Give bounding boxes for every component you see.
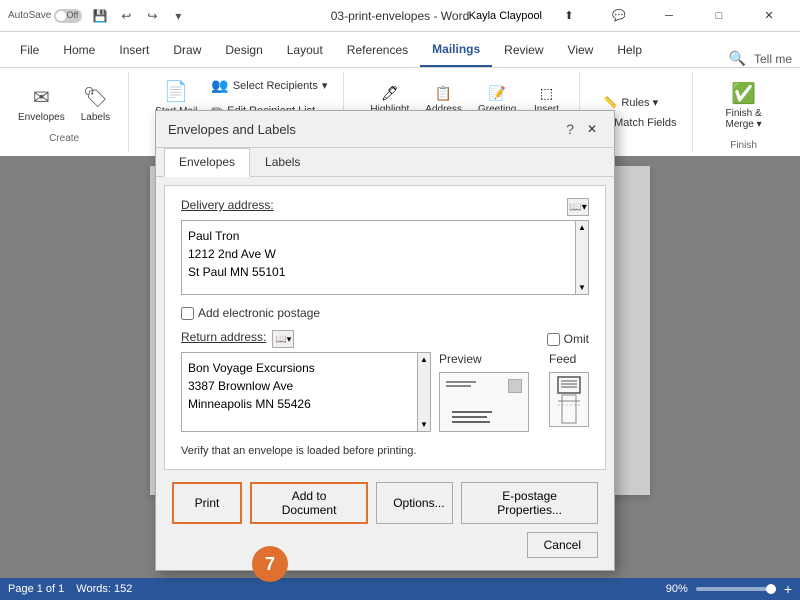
feed-label: Feed bbox=[549, 352, 589, 366]
preview-feed-inner: Preview bbox=[439, 352, 589, 432]
envelope-preview bbox=[439, 372, 529, 432]
to-line-1 bbox=[452, 411, 492, 413]
add-postage-checkbox[interactable] bbox=[181, 307, 194, 320]
dialog-help-button[interactable]: ? bbox=[566, 121, 574, 137]
statusbar-left: Page 1 of 1 Words: 152 bbox=[8, 583, 132, 595]
page-info: Page 1 of 1 bbox=[8, 583, 64, 595]
return-label: Return address: bbox=[181, 330, 266, 344]
cancel-button[interactable]: Cancel bbox=[527, 532, 598, 558]
zoom-level: 90% bbox=[666, 583, 688, 595]
step-bubble: 7 bbox=[252, 546, 288, 582]
omit-checkbox-label[interactable]: Omit bbox=[547, 332, 589, 346]
scroll-down-icon[interactable]: ▼ bbox=[578, 283, 586, 292]
feed-section: Feed bbox=[549, 352, 589, 432]
return-textarea-row: Bon Voyage Excursions 3387 Brownlow Ave … bbox=[181, 352, 589, 435]
return-textarea-container: Bon Voyage Excursions 3387 Brownlow Ave … bbox=[181, 352, 431, 435]
preview-section: Preview bbox=[439, 352, 529, 432]
postage-row: Add electronic postage bbox=[181, 306, 589, 320]
from-line-1 bbox=[446, 381, 476, 383]
add-postage-checkbox-label[interactable]: Add electronic postage bbox=[181, 306, 320, 320]
add-postage-label: Add electronic postage bbox=[198, 306, 320, 320]
preview-label: Preview bbox=[439, 352, 529, 366]
delivery-scrollbar[interactable]: ▲ ▼ bbox=[575, 220, 589, 295]
add-to-document-button[interactable]: Add to Document bbox=[250, 482, 368, 524]
preview-feed-section: Preview bbox=[439, 352, 589, 435]
verify-text: Verify that an envelope is loaded before… bbox=[181, 445, 589, 457]
options-button[interactable]: Options... bbox=[376, 482, 453, 524]
to-line-2 bbox=[452, 416, 487, 418]
epostage-button[interactable]: E-postage Properties... bbox=[461, 482, 598, 524]
delivery-address-input[interactable]: Paul Tron 1212 2nd Ave W St Paul MN 5510… bbox=[181, 220, 589, 295]
word-count: Words: 152 bbox=[76, 583, 132, 595]
dialog-titlebar: Envelopes and Labels ? ✕ bbox=[156, 111, 614, 148]
to-line-3 bbox=[452, 421, 490, 423]
zoom-thumb[interactable] bbox=[766, 584, 776, 594]
scroll-up-icon[interactable]: ▲ bbox=[578, 223, 586, 232]
return-header: Return address: 📖▾ Omit bbox=[181, 330, 589, 348]
return-address-input[interactable]: Bon Voyage Excursions 3387 Brownlow Ave … bbox=[181, 352, 431, 432]
right-buttons: Options... E-postage Properties... bbox=[376, 482, 598, 524]
envelope-stamp bbox=[508, 379, 522, 393]
dialog-overlay: Envelopes and Labels ? ✕ Envelopes Label… bbox=[0, 0, 800, 600]
dialog-title: Envelopes and Labels bbox=[168, 122, 296, 137]
return-scroll-up-icon[interactable]: ▲ bbox=[420, 355, 428, 364]
feed-icon bbox=[549, 372, 589, 427]
action-buttons: Print Add to Document Options... E-posta… bbox=[156, 482, 614, 532]
delivery-header: Delivery address: 📖▾ bbox=[181, 198, 589, 216]
dialog-close-button[interactable]: ✕ bbox=[582, 119, 602, 139]
from-line-2 bbox=[446, 385, 471, 387]
feed-svg bbox=[554, 375, 584, 425]
dialog-controls: ? ✕ bbox=[566, 119, 602, 139]
print-button[interactable]: Print bbox=[172, 482, 242, 524]
omit-label: Omit bbox=[564, 332, 589, 346]
return-scrollbar[interactable]: ▲ ▼ bbox=[417, 352, 431, 432]
dialog-tab-labels[interactable]: Labels bbox=[250, 148, 315, 176]
statusbar-right: 90% + bbox=[666, 581, 792, 597]
envelopes-labels-dialog: Envelopes and Labels ? ✕ Envelopes Label… bbox=[155, 110, 615, 571]
delivery-textarea-container: Paul Tron 1212 2nd Ave W St Paul MN 5510… bbox=[181, 220, 589, 298]
zoom-slider[interactable] bbox=[696, 587, 776, 591]
address-book-button[interactable]: 📖▾ bbox=[567, 198, 589, 216]
return-scroll-down-icon[interactable]: ▼ bbox=[420, 420, 428, 429]
zoom-in-button[interactable]: + bbox=[784, 581, 792, 597]
envelope-to-lines bbox=[452, 411, 492, 423]
omit-checkbox[interactable] bbox=[547, 333, 560, 346]
return-address-book-button[interactable]: 📖▾ bbox=[272, 330, 294, 348]
delivery-label: Delivery address: bbox=[181, 198, 274, 212]
dialog-tab-envelopes[interactable]: Envelopes bbox=[164, 148, 250, 177]
dialog-body: Delivery address: 📖▾ Paul Tron 1212 2nd … bbox=[164, 185, 606, 470]
return-section: Return address: 📖▾ Omit Bon Voyage Excur… bbox=[181, 330, 589, 435]
statusbar: Page 1 of 1 Words: 152 90% + bbox=[0, 578, 800, 600]
cancel-row: Cancel bbox=[156, 532, 614, 570]
envelope-from-area bbox=[446, 381, 476, 389]
dialog-tabs: Envelopes Labels bbox=[156, 148, 614, 177]
delivery-toolbar: 📖▾ bbox=[567, 198, 589, 216]
